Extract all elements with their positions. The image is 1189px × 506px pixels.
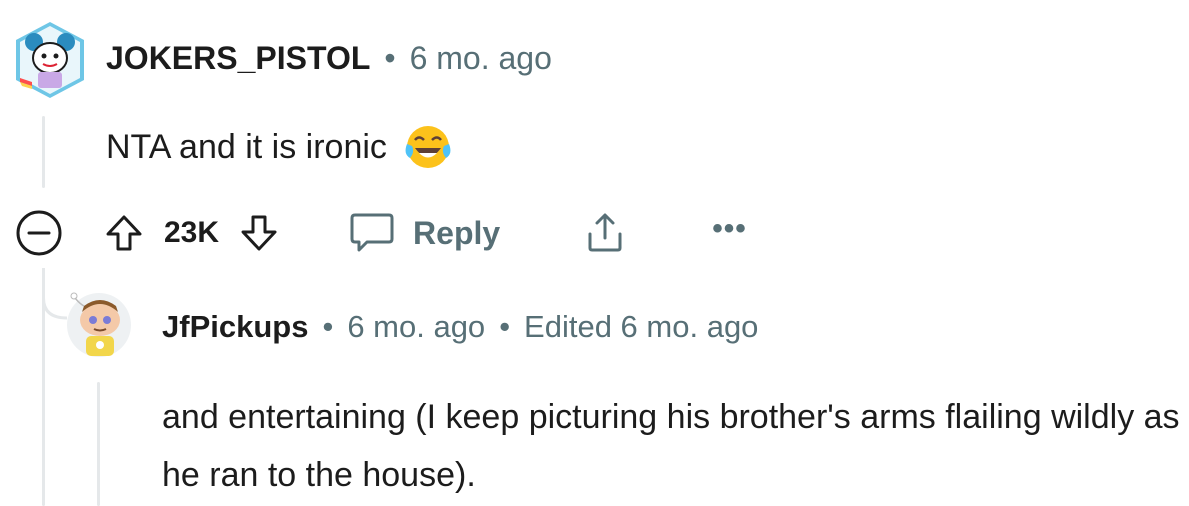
comment-action-bar: 23K Reply ••• [14, 205, 747, 261]
upvote-button[interactable] [104, 213, 144, 253]
comment-timestamp[interactable]: 6 mo. ago [410, 40, 552, 77]
comment-bubble-icon [350, 213, 394, 252]
reply-button[interactable]: Reply [349, 211, 500, 255]
downvote-arrow-icon [241, 215, 277, 251]
reply-label: Reply [413, 214, 501, 251]
thread-line-main[interactable] [42, 116, 45, 188]
collapse-thread-button[interactable] [14, 208, 64, 258]
meta-separator: • [499, 309, 511, 344]
user-avatar[interactable] [10, 20, 90, 100]
collapse-minus-icon [16, 210, 62, 256]
reply-edited-label: Edited 6 mo. ago [524, 309, 759, 344]
thread-line-reply[interactable] [97, 382, 100, 506]
comment-body-text: NTA and it is ironic [106, 128, 387, 166]
upvote-arrow-icon [106, 215, 142, 251]
downvote-button[interactable] [239, 213, 279, 253]
comment-body: NTA and it is ironic [106, 118, 453, 176]
share-icon [588, 213, 622, 252]
laughing-tears-emoji-icon [405, 126, 451, 168]
more-options-icon[interactable]: ••• [712, 212, 747, 246]
reply-timestamp[interactable]: 6 mo. ago [347, 309, 485, 345]
vote-count: 23K [164, 216, 220, 249]
comment-meta: JOKERS_PISTOL • 6 mo. ago [106, 40, 552, 77]
reply-body: and entertaining (I keep picturing his b… [162, 398, 1180, 494]
reply-username[interactable]: JfPickups [162, 309, 308, 345]
meta-separator: • [384, 40, 396, 76]
share-button[interactable] [584, 212, 626, 254]
reply-user-avatar[interactable] [66, 292, 132, 358]
reply-meta: JfPickups • 6 mo. ago • Edited 6 mo. ago [162, 309, 758, 345]
comment-username[interactable]: JOKERS_PISTOL [106, 40, 370, 77]
meta-separator: • [322, 309, 334, 344]
